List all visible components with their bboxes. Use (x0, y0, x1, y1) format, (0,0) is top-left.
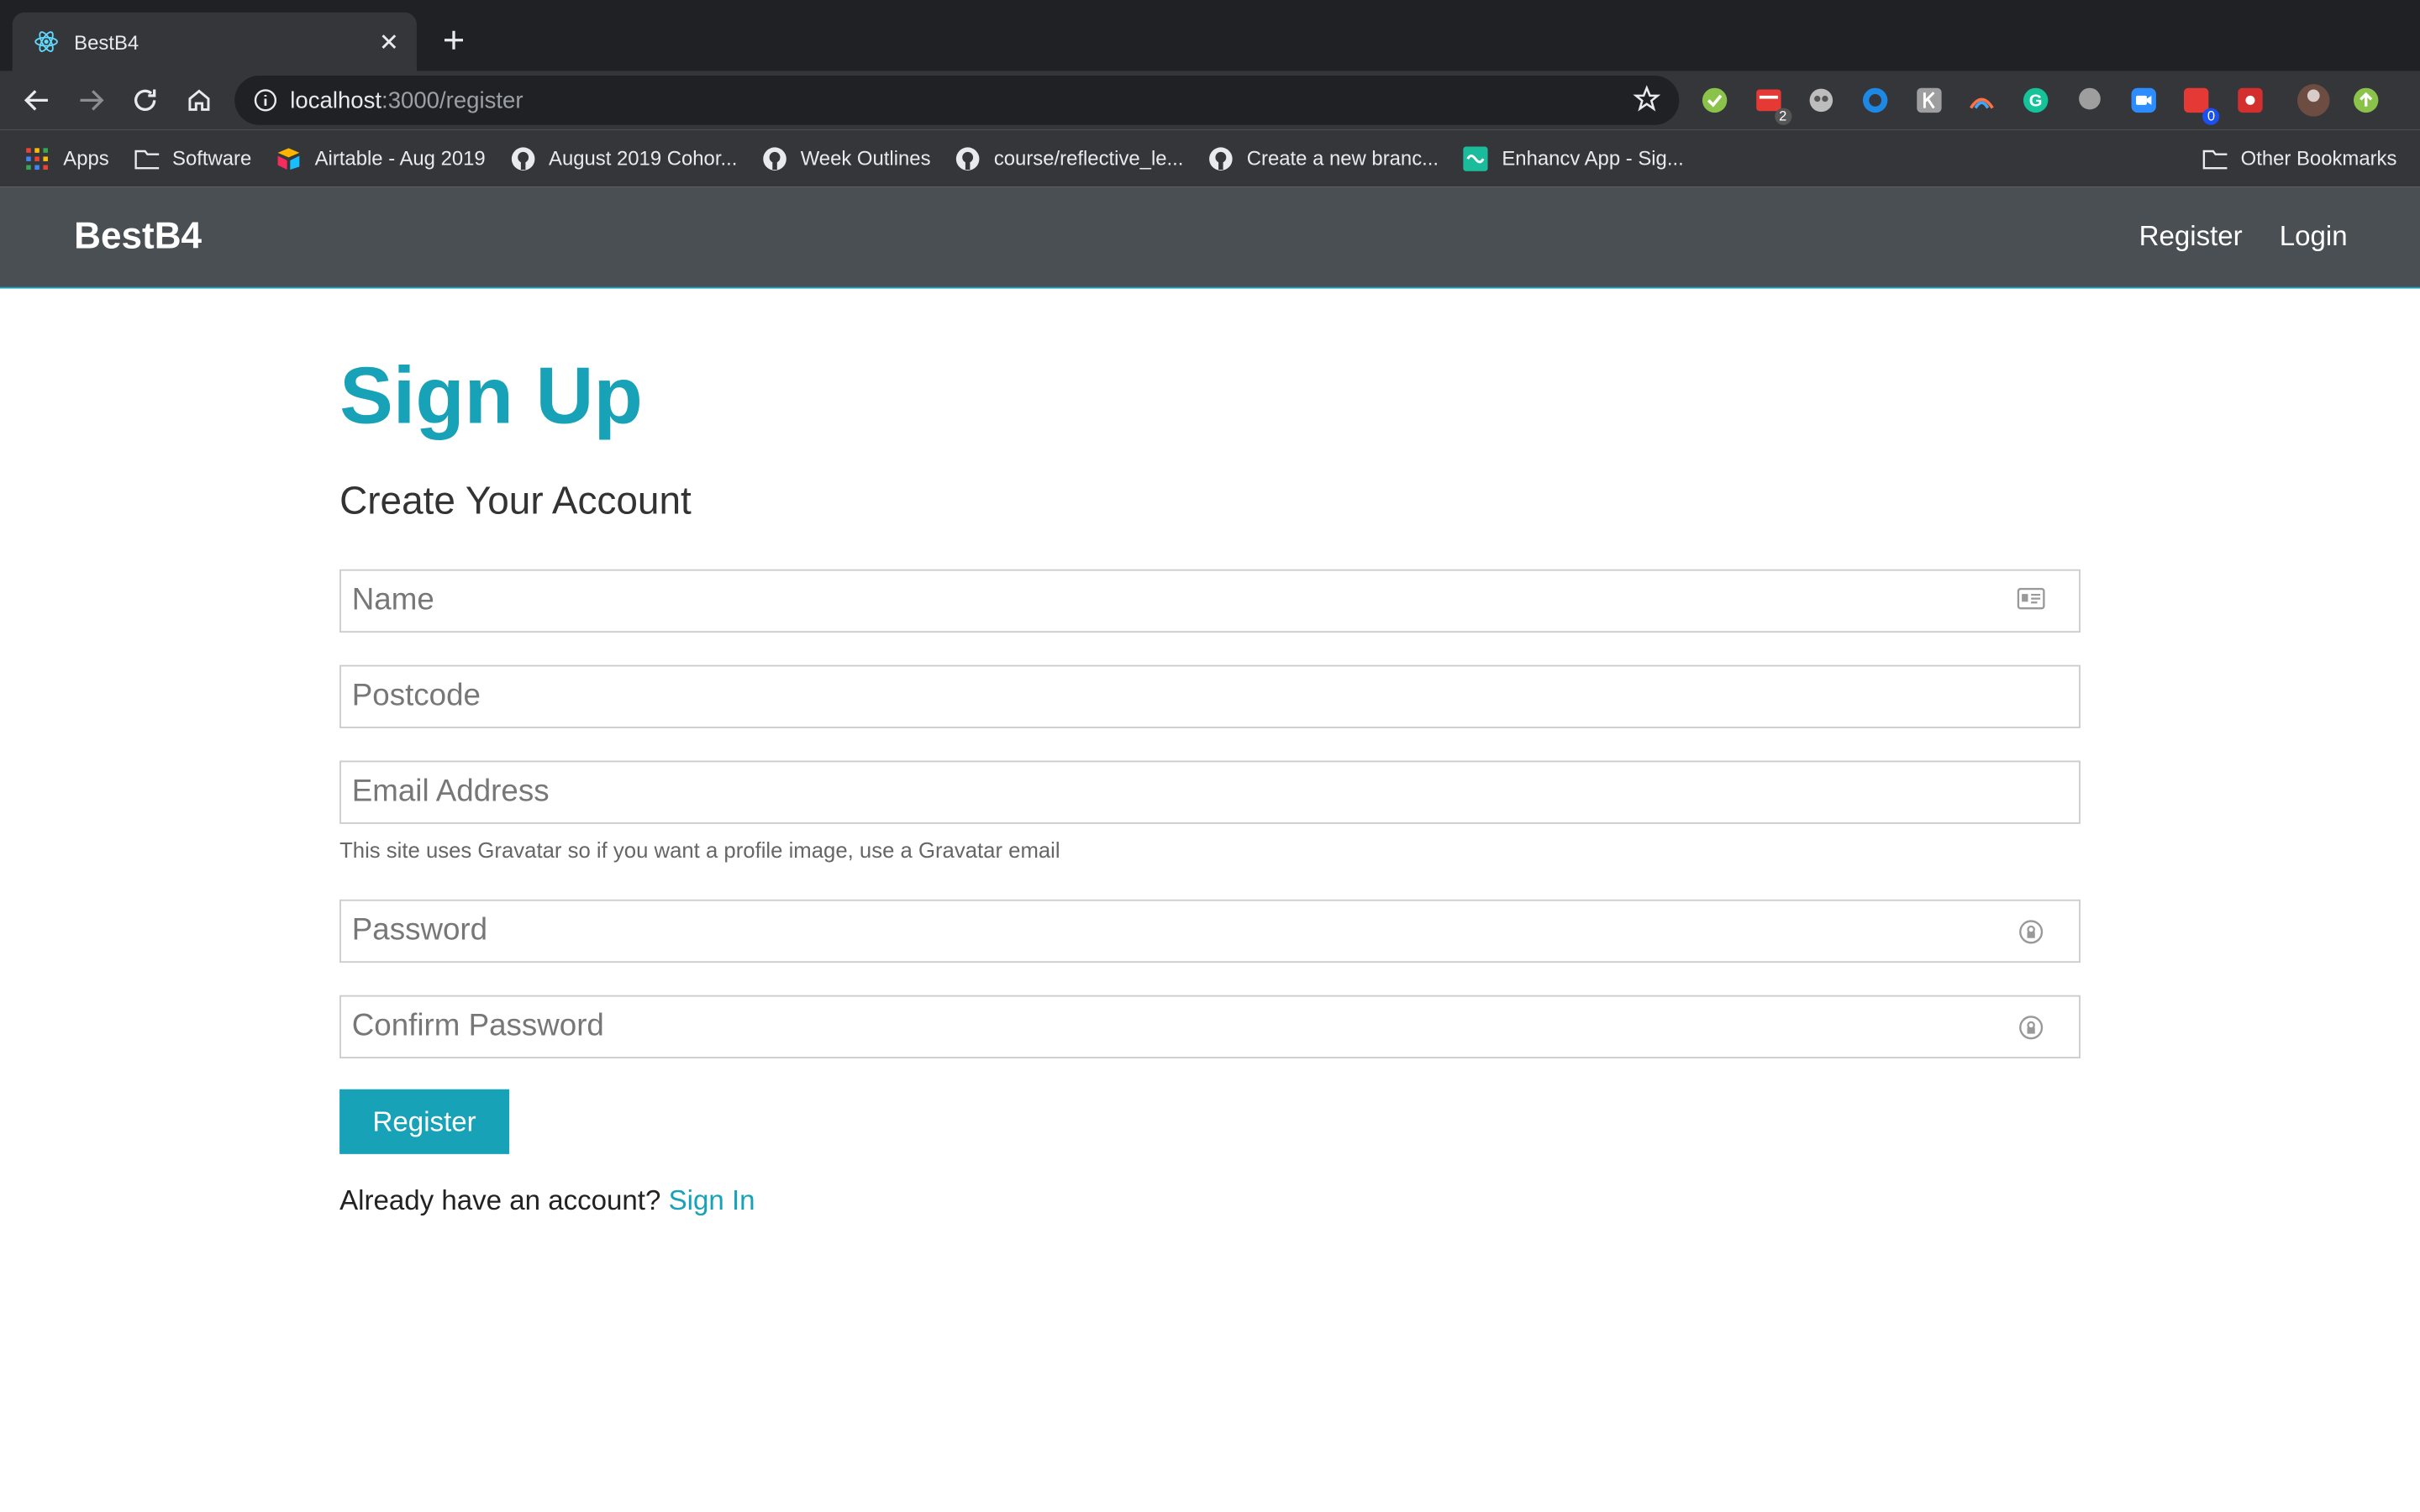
bookmark-label: Other Bookmarks (2240, 146, 2397, 171)
bookmark-enhancv[interactable]: Enhancv App - Sig... (1463, 145, 1684, 171)
email-hint: This site uses Gravatar so if you want a… (339, 837, 1060, 863)
bookmark-star-icon[interactable] (1633, 85, 1664, 116)
url-host: localhost (290, 87, 382, 114)
react-icon (34, 29, 58, 54)
postcode-input[interactable] (340, 666, 2080, 727)
email-field (339, 760, 2081, 824)
extensions-area: 2 G 0 (1697, 84, 2402, 125)
signin-prompt: Already have an account? Sign In (339, 1185, 2081, 1218)
browser-toolbar: localhost:3000/register 2 G 0 (0, 71, 2420, 130)
name-input[interactable] (340, 570, 2018, 632)
tab-title: BestB4 (74, 29, 139, 54)
nav-register-link[interactable]: Register (2139, 221, 2243, 254)
folder-icon (2202, 146, 2228, 171)
page-title: Sign Up (339, 351, 643, 442)
todo-extension-icon[interactable]: 2 (1751, 85, 1791, 125)
airtable-icon (276, 146, 301, 171)
extension-badge: 0 (2202, 108, 2220, 125)
bookmark-week-outlines[interactable]: Week Outlines (762, 146, 931, 171)
password-input[interactable] (340, 900, 2018, 962)
bookmark-august-cohort[interactable]: August 2019 Cohor... (510, 146, 737, 171)
zoom-icon[interactable] (2126, 85, 2160, 116)
bookmarks-bar: Apps Software Airtable - Aug 2019 August… (0, 129, 2420, 187)
signin-prompt-text: Already have an account? (339, 1184, 669, 1216)
bookmark-label: course/reflective_le... (993, 146, 1184, 171)
bookmark-create-branch[interactable]: Create a new branc... (1208, 146, 1439, 171)
owl-extension-icon[interactable] (1805, 85, 1839, 116)
close-icon[interactable] (373, 26, 404, 57)
folder-icon (134, 146, 159, 171)
bookmark-label: Enhancv App - Sig... (1502, 146, 1684, 171)
enhancv-icon (1463, 145, 1488, 171)
confirm-password-field (339, 995, 2081, 1059)
home-icon[interactable] (177, 79, 220, 122)
github-icon (762, 146, 786, 171)
bookmark-airtable[interactable]: Airtable - Aug 2019 (276, 146, 486, 171)
checkmark-extension-icon[interactable] (1697, 85, 1731, 116)
github-icon (1208, 146, 1233, 171)
bookmark-other[interactable]: Other Bookmarks (2202, 146, 2397, 171)
app-navbar: BestB4 Register Login (0, 186, 2420, 289)
bookmark-course-reflective[interactable]: course/reflective_le... (955, 146, 1184, 171)
url-text: localhost:3000/register (290, 87, 1633, 113)
extension-badge: 2 (1774, 108, 1791, 125)
browser-tabstrip: BestB4 (0, 0, 2420, 71)
avatar[interactable] (2296, 84, 2329, 117)
nav-login-link[interactable]: Login (2280, 221, 2348, 254)
update-icon[interactable] (2349, 85, 2383, 116)
browser-tab[interactable]: BestB4 (12, 12, 417, 71)
github-icon (510, 146, 534, 171)
bookmark-apps[interactable]: Apps (24, 146, 109, 171)
apps-grid-icon (24, 146, 49, 171)
reload-icon[interactable] (124, 79, 166, 122)
email-input[interactable] (340, 762, 2080, 822)
page-subtitle: Create Your Account (339, 480, 692, 523)
bookmark-label: Apps (63, 146, 109, 171)
rainbow-extension-icon[interactable] (1965, 85, 1999, 116)
password-field (339, 899, 2081, 963)
k-extension-icon[interactable] (1912, 85, 1945, 116)
signup-form-container: Sign Up Create Your Account This site us… (339, 288, 2081, 1217)
grammarly-icon[interactable]: G (2019, 85, 2053, 116)
new-tab-icon[interactable] (435, 22, 472, 59)
bookmark-label: Create a new branc... (1246, 146, 1439, 171)
speech-bubble-extension-icon[interactable] (2072, 85, 2106, 116)
password-key-icon[interactable] (2018, 917, 2045, 945)
password-key-icon[interactable] (2018, 1013, 2045, 1041)
register-button[interactable]: Register (339, 1089, 510, 1154)
back-icon[interactable] (15, 79, 58, 122)
brand-logo[interactable]: BestB4 (74, 215, 2139, 258)
postcode-field (339, 664, 2081, 728)
bookmark-label: Airtable - Aug 2019 (314, 146, 486, 171)
circle-extension-icon[interactable] (1859, 85, 1892, 116)
signin-link[interactable]: Sign In (669, 1185, 755, 1216)
bookmark-label: Week Outlines (800, 146, 931, 171)
bookmark-label: August 2019 Cohor... (549, 146, 738, 171)
contact-card-icon[interactable] (2017, 586, 2045, 615)
confirm-password-input[interactable] (340, 996, 2018, 1058)
github-icon (955, 146, 980, 171)
bookmark-software[interactable]: Software (134, 146, 251, 171)
forward-icon[interactable] (70, 79, 113, 122)
info-icon[interactable] (253, 88, 277, 113)
name-field (339, 569, 2081, 633)
bookmark-label: Software (172, 146, 252, 171)
puzzle-extension-icon[interactable] (2233, 85, 2267, 116)
address-bar[interactable]: localhost:3000/register (234, 76, 1680, 125)
url-path: :3000/register (381, 87, 523, 114)
tag-extension-icon[interactable]: 0 (2180, 85, 2220, 125)
svg-text:G: G (2029, 92, 2043, 111)
